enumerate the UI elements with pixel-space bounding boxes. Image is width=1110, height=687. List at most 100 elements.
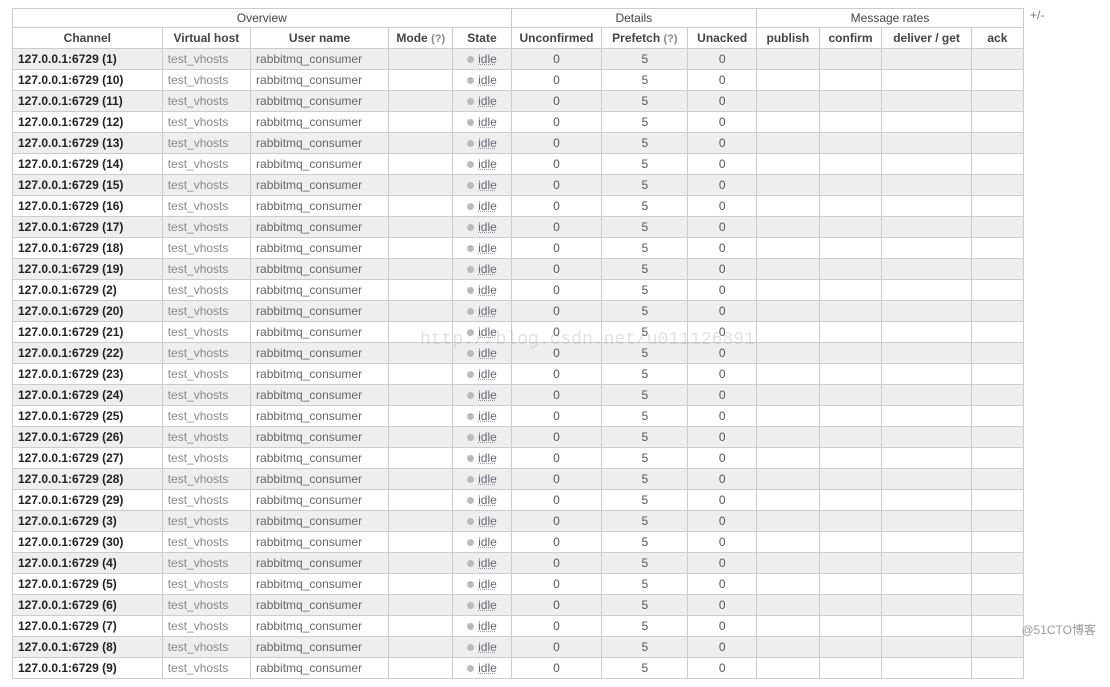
channel-link[interactable]: 127.0.0.1:6729 (2) [13,280,163,301]
unacked-cell: 0 [688,364,757,385]
mode-cell [389,427,453,448]
col-prefetch[interactable]: Prefetch (?) [602,28,688,49]
channel-link[interactable]: 127.0.0.1:6729 (23) [13,364,163,385]
channel-link[interactable]: 127.0.0.1:6729 (12) [13,112,163,133]
col-publish[interactable]: publish [757,28,820,49]
state-label: idle [478,199,497,213]
deliver-get-cell [882,49,971,70]
state-cell: idle [453,448,511,469]
table-row: 127.0.0.1:6729 (2)test_vhostsrabbitmq_co… [13,280,1024,301]
idle-dot-icon [467,140,474,147]
channel-link[interactable]: 127.0.0.1:6729 (28) [13,469,163,490]
channel-link[interactable]: 127.0.0.1:6729 (1) [13,49,163,70]
channel-link[interactable]: 127.0.0.1:6729 (27) [13,448,163,469]
channel-link[interactable]: 127.0.0.1:6729 (16) [13,196,163,217]
mode-cell [389,133,453,154]
channel-link[interactable]: 127.0.0.1:6729 (8) [13,637,163,658]
col-user[interactable]: User name [251,28,389,49]
user-cell: rabbitmq_consumer [251,154,389,175]
col-channel[interactable]: Channel [13,28,163,49]
channel-link[interactable]: 127.0.0.1:6729 (9) [13,658,163,679]
col-unconfirmed[interactable]: Unconfirmed [511,28,602,49]
help-icon[interactable]: (?) [431,33,445,45]
unconfirmed-cell: 0 [511,70,602,91]
prefetch-cell: 5 [602,112,688,133]
channel-link[interactable]: 127.0.0.1:6729 (13) [13,133,163,154]
channel-link[interactable]: 127.0.0.1:6729 (6) [13,595,163,616]
mode-cell [389,448,453,469]
idle-dot-icon [467,581,474,588]
prefetch-cell: 5 [602,511,688,532]
idle-dot-icon [467,98,474,105]
channel-link[interactable]: 127.0.0.1:6729 (10) [13,70,163,91]
table-row: 127.0.0.1:6729 (11)test_vhostsrabbitmq_c… [13,91,1024,112]
col-state[interactable]: State [453,28,511,49]
col-mode[interactable]: Mode (?) [389,28,453,49]
col-deliver-get[interactable]: deliver / get [882,28,971,49]
channel-link[interactable]: 127.0.0.1:6729 (15) [13,175,163,196]
user-cell: rabbitmq_consumer [251,49,389,70]
channel-link[interactable]: 127.0.0.1:6729 (20) [13,301,163,322]
ack-cell [971,637,1023,658]
prefetch-cell: 5 [602,448,688,469]
channel-link[interactable]: 127.0.0.1:6729 (11) [13,91,163,112]
channel-link[interactable]: 127.0.0.1:6729 (4) [13,553,163,574]
help-icon[interactable]: (?) [664,33,678,45]
channel-link[interactable]: 127.0.0.1:6729 (14) [13,154,163,175]
col-confirm[interactable]: confirm [819,28,882,49]
mode-cell [389,385,453,406]
deliver-get-cell [882,532,971,553]
channel-link[interactable]: 127.0.0.1:6729 (18) [13,238,163,259]
publish-cell [757,133,820,154]
channel-link[interactable]: 127.0.0.1:6729 (25) [13,406,163,427]
publish-cell [757,490,820,511]
ack-cell [971,406,1023,427]
prefetch-cell: 5 [602,91,688,112]
channel-link[interactable]: 127.0.0.1:6729 (21) [13,322,163,343]
channel-link[interactable]: 127.0.0.1:6729 (26) [13,427,163,448]
publish-cell [757,175,820,196]
channel-link[interactable]: 127.0.0.1:6729 (29) [13,490,163,511]
deliver-get-cell [882,154,971,175]
col-unacked[interactable]: Unacked [688,28,757,49]
table-row: 127.0.0.1:6729 (17)test_vhostsrabbitmq_c… [13,217,1024,238]
user-cell: rabbitmq_consumer [251,364,389,385]
channel-link[interactable]: 127.0.0.1:6729 (17) [13,217,163,238]
state-label: idle [478,73,497,87]
deliver-get-cell [882,217,971,238]
ack-cell [971,574,1023,595]
vhost-cell: test_vhosts [162,49,250,70]
mode-cell [389,154,453,175]
deliver-get-cell [882,133,971,154]
col-vhost[interactable]: Virtual host [162,28,250,49]
channel-link[interactable]: 127.0.0.1:6729 (19) [13,259,163,280]
mode-cell [389,217,453,238]
channel-link[interactable]: 127.0.0.1:6729 (5) [13,574,163,595]
channel-link[interactable]: 127.0.0.1:6729 (3) [13,511,163,532]
ack-cell [971,322,1023,343]
confirm-cell [819,553,882,574]
idle-dot-icon [467,350,474,357]
channel-link[interactable]: 127.0.0.1:6729 (7) [13,616,163,637]
col-ack[interactable]: ack [971,28,1023,49]
deliver-get-cell [882,490,971,511]
unacked-cell: 0 [688,70,757,91]
channel-link[interactable]: 127.0.0.1:6729 (22) [13,343,163,364]
mode-cell [389,553,453,574]
vhost-cell: test_vhosts [162,490,250,511]
confirm-cell [819,259,882,280]
channel-link[interactable]: 127.0.0.1:6729 (30) [13,532,163,553]
publish-cell [757,154,820,175]
channels-table: Overview Details Message rates Channel V… [12,8,1024,679]
prefetch-cell: 5 [602,175,688,196]
unconfirmed-cell: 0 [511,301,602,322]
mode-cell [389,91,453,112]
table-row: 127.0.0.1:6729 (19)test_vhostsrabbitmq_c… [13,259,1024,280]
state-label: idle [478,304,497,318]
column-toggle[interactable]: +/- [1030,8,1044,22]
channel-link[interactable]: 127.0.0.1:6729 (24) [13,385,163,406]
unconfirmed-cell: 0 [511,574,602,595]
state-cell: idle [453,280,511,301]
confirm-cell [819,70,882,91]
publish-cell [757,469,820,490]
